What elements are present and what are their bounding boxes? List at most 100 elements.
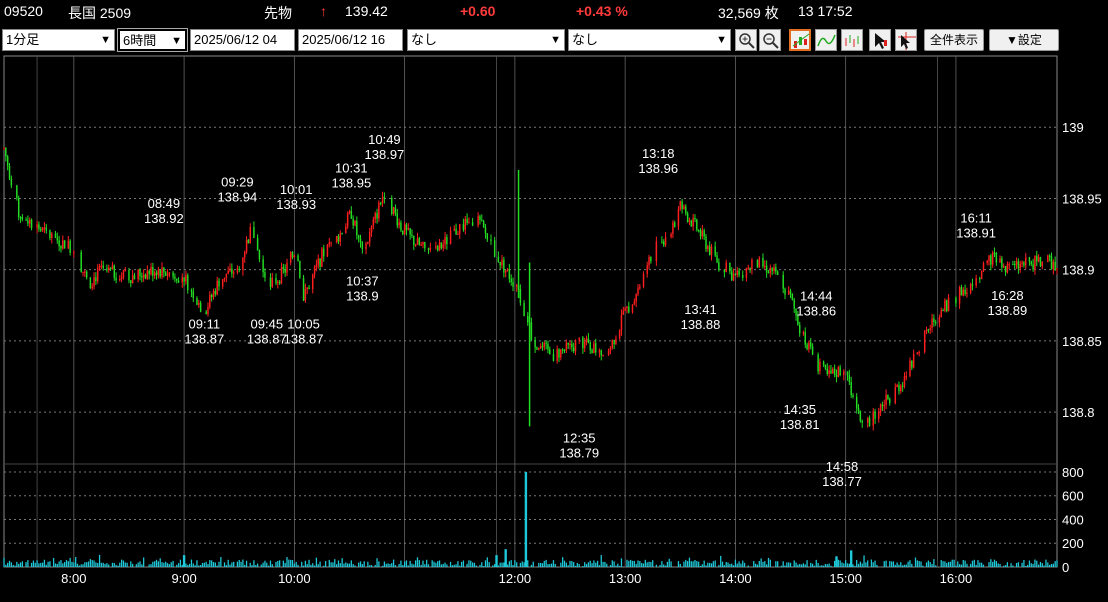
- candle-body: [164, 272, 167, 276]
- candle-body: [100, 265, 103, 267]
- candle-body: [317, 258, 319, 265]
- volume-bar: [800, 564, 803, 567]
- annotation-time: 09:45: [251, 316, 284, 331]
- candle-body: [405, 224, 408, 230]
- candle-body: [311, 274, 314, 289]
- candle-body: [17, 197, 20, 218]
- interval-select[interactable]: 1分足 ▼: [2, 29, 115, 51]
- volume-bar: [426, 559, 428, 567]
- cursor-tool-button[interactable]: [869, 29, 891, 51]
- candle-body: [549, 349, 551, 355]
- zoom-out-button[interactable]: [759, 29, 781, 51]
- volume-bar: [291, 559, 294, 567]
- volume-bar: [238, 559, 240, 567]
- candle-body: [618, 330, 621, 339]
- line-chart-button[interactable]: [815, 29, 837, 51]
- candle-body: [277, 281, 279, 284]
- volume-bar: [288, 559, 290, 567]
- candle-body: [36, 224, 38, 228]
- annotation-time: 10:05: [287, 316, 320, 331]
- candle-body: [927, 329, 930, 331]
- bar-chart-button[interactable]: [841, 29, 863, 51]
- candle-body: [773, 267, 775, 271]
- volume-bar: [736, 563, 738, 567]
- volume-bar: [613, 561, 615, 567]
- volume-bar: [301, 561, 303, 567]
- volume-bar: [1039, 561, 1042, 567]
- candle-body: [916, 352, 919, 354]
- candle-body: [420, 244, 422, 246]
- candle-body: [1002, 266, 1005, 268]
- span-select[interactable]: 6時間 ▼: [117, 28, 188, 52]
- settings-button[interactable]: ▼設定: [989, 29, 1059, 51]
- candle-body: [398, 222, 400, 226]
- candle-body: [1025, 257, 1027, 266]
- volume-bar: [646, 562, 648, 567]
- volume-bar: [119, 562, 121, 567]
- candle-body: [749, 267, 751, 270]
- candle-body: [872, 411, 874, 426]
- candle-body: [262, 259, 264, 273]
- volume-bar: [846, 563, 849, 567]
- volume-bar: [596, 560, 599, 567]
- start-date-field[interactable]: 2025/06/12 04: [190, 29, 295, 51]
- volume-bar: [302, 565, 305, 567]
- volume-bar: [387, 563, 389, 567]
- full-view-button[interactable]: 全件表示: [924, 29, 984, 51]
- candle-body: [574, 340, 577, 352]
- candle-body: [172, 272, 174, 277]
- candle-body: [929, 328, 931, 330]
- candle-body: [354, 220, 356, 226]
- candle-body: [1013, 263, 1016, 266]
- time-tick-label: 10:00: [278, 571, 311, 586]
- price-chart[interactable]: 139138.95138.9138.85138.880060040020008:…: [0, 54, 1108, 602]
- volume-bar: [655, 564, 658, 567]
- volume-bar: [115, 564, 117, 567]
- candle-chart-button[interactable]: [789, 29, 811, 51]
- volume-bar: [172, 560, 174, 567]
- volume-bar: [966, 563, 968, 567]
- volume-bar: [14, 565, 16, 567]
- volume-bar: [821, 565, 823, 567]
- candle-body: [41, 227, 44, 231]
- indicator2-select[interactable]: なし ▼: [568, 29, 731, 51]
- candle-body: [440, 242, 443, 249]
- volume-bar: [795, 562, 797, 567]
- volume-bar: [955, 565, 957, 567]
- volume-bar: [975, 564, 977, 567]
- volume-bar: [194, 565, 196, 567]
- candle-body: [1037, 257, 1040, 262]
- end-date-field[interactable]: 2025/06/12 16: [298, 29, 403, 51]
- candle-body: [527, 316, 529, 323]
- candle-body: [82, 271, 84, 273]
- candle-body: [1015, 261, 1018, 265]
- volume-bar: [295, 561, 297, 567]
- volume-bar: [506, 564, 509, 567]
- volume-bar: [473, 562, 476, 567]
- volume-bar: [8, 560, 11, 567]
- volume-bar: [799, 563, 801, 567]
- candle-body: [964, 289, 966, 294]
- volume-bar: [32, 560, 35, 567]
- crosshair-tool-button[interactable]: [895, 29, 917, 51]
- volume-bar: [102, 562, 104, 567]
- volume-bar: [47, 561, 49, 567]
- volume-bar: [876, 564, 878, 567]
- volume-bar: [539, 562, 542, 567]
- candle-body: [543, 342, 546, 347]
- candle-body: [848, 375, 851, 383]
- candle-body: [155, 272, 158, 276]
- candle-body: [1056, 268, 1058, 270]
- volume-bar: [903, 564, 906, 567]
- candle-body: [1021, 262, 1023, 264]
- volume-bar: [479, 564, 481, 567]
- candle-body: [45, 227, 48, 231]
- volume-bar: [54, 563, 57, 567]
- candle-body: [424, 242, 426, 249]
- indicator1-select[interactable]: なし ▼: [407, 29, 565, 51]
- volume-bar: [839, 560, 841, 567]
- volume-bar: [211, 560, 213, 567]
- volume-bar: [21, 561, 24, 567]
- zoom-in-button[interactable]: [735, 29, 757, 51]
- volume-bar: [475, 565, 477, 567]
